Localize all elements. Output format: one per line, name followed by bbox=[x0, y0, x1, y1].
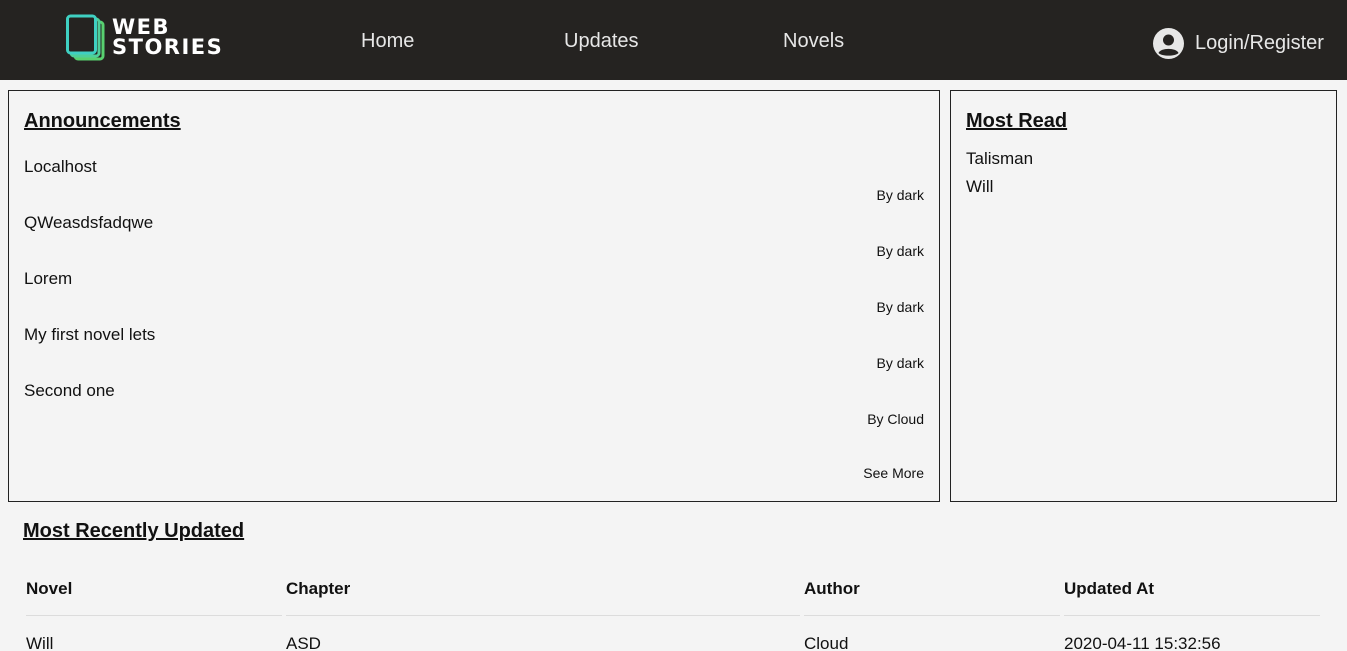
logo-line-stories: STORIES bbox=[112, 35, 224, 59]
cell-updated-at: 2020-04-11 15:32:56 bbox=[1064, 634, 1221, 651]
announcement-title[interactable]: Lorem bbox=[24, 269, 72, 289]
logo-line-web: WEB bbox=[112, 15, 171, 39]
column-header-chapter: Chapter bbox=[286, 579, 351, 598]
announcements-panel: Announcements Localhost By dark QWeasdsf… bbox=[8, 90, 940, 502]
announcement-author: By dark bbox=[876, 187, 924, 203]
column-header-author: Author bbox=[804, 579, 860, 598]
user-avatar-icon bbox=[1153, 27, 1184, 59]
logo-wordmark: WEB STORIES bbox=[112, 15, 224, 59]
announcement-author: By dark bbox=[876, 299, 924, 315]
header-divider bbox=[286, 615, 800, 616]
header-divider bbox=[26, 615, 282, 616]
most-read-item[interactable]: Talisman bbox=[966, 149, 1033, 169]
login-register-label: Login/Register bbox=[1195, 31, 1324, 54]
announcement-author: By dark bbox=[876, 355, 924, 371]
most-read-item[interactable]: Will bbox=[966, 177, 993, 197]
cell-novel[interactable]: Will bbox=[26, 634, 53, 651]
cell-author: Cloud bbox=[804, 634, 849, 651]
column-header-novel: Novel bbox=[26, 579, 73, 598]
login-register-button[interactable]: Login/Register bbox=[1153, 26, 1324, 60]
announcements-title: Announcements bbox=[24, 110, 181, 132]
nav-novels[interactable]: Novels bbox=[783, 30, 844, 53]
see-more-link[interactable]: See More bbox=[863, 465, 924, 481]
cell-chapter[interactable]: ASD bbox=[286, 634, 321, 651]
header-divider bbox=[804, 615, 1060, 616]
top-navbar: WEB STORIES Home Updates Novels Login/Re… bbox=[0, 0, 1347, 80]
column-header-updated-at: Updated At bbox=[1064, 579, 1155, 598]
recent-updates-title: Most Recently Updated bbox=[23, 520, 245, 542]
announcement-author: By dark bbox=[876, 243, 924, 259]
announcement-title[interactable]: My first novel lets bbox=[24, 325, 155, 345]
announcement-title[interactable]: QWeasdsfadqwe bbox=[24, 213, 153, 233]
announcement-title[interactable]: Second one bbox=[24, 381, 115, 401]
most-read-title: Most Read bbox=[966, 110, 1068, 132]
nav-home[interactable]: Home bbox=[361, 30, 414, 53]
announcement-title[interactable]: Localhost bbox=[24, 157, 97, 177]
announcement-author: By Cloud bbox=[867, 411, 924, 427]
nav-updates[interactable]: Updates bbox=[564, 30, 639, 53]
book-stack-icon bbox=[66, 14, 105, 61]
header-divider bbox=[1064, 615, 1320, 616]
site-logo[interactable]: WEB STORIES bbox=[66, 13, 226, 63]
most-read-panel: Most Read Talisman Will bbox=[950, 90, 1337, 502]
